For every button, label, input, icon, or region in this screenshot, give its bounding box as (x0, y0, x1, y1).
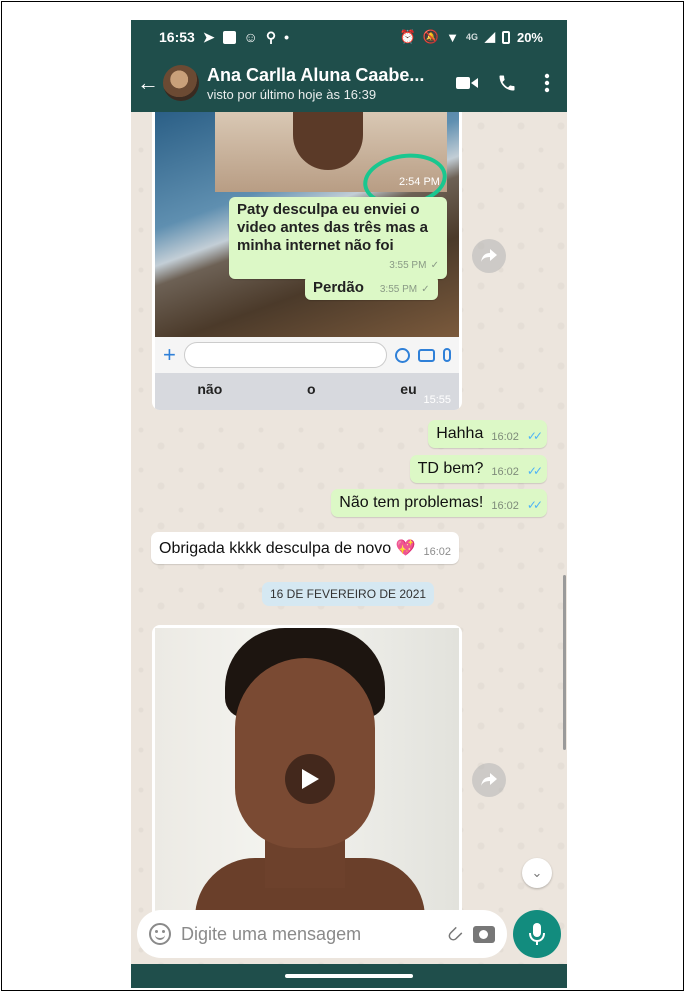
signal-icon: ◢ (484, 29, 495, 44)
message-time: 16:02 (491, 466, 519, 478)
dot-icon: • (284, 29, 290, 45)
sticker-icon (395, 347, 410, 363)
keyboard-suggestion: o (306, 381, 316, 397)
message-text: Hahha (436, 425, 484, 442)
message-text: TD bem? (417, 460, 484, 477)
message-time: 16:02 (491, 500, 519, 512)
plus-icon: + (163, 342, 176, 367)
voice-record-button[interactable] (513, 910, 561, 958)
message-time: 15:55 (423, 394, 451, 406)
battery-icon (501, 30, 510, 44)
message-time: 16:02 (491, 431, 519, 443)
embedded-message: Perdão 3:55 PM ✓ (305, 275, 438, 300)
alarm-icon: ⏰ (399, 29, 416, 44)
attach-icon[interactable]: ⊂ (440, 919, 470, 949)
mic-icon (443, 348, 451, 362)
contact-info[interactable]: Ana Carlla Aluna Caabe... visto por últi… (207, 65, 447, 102)
video-thumbnail (155, 628, 459, 925)
system-navigation-bar (131, 964, 567, 988)
screenshot-image: 2:54 PM Paty desculpa eu enviei o video … (155, 112, 459, 337)
telegram-icon: ➤ (202, 28, 215, 45)
back-arrow-icon[interactable]: ← (133, 54, 163, 112)
phone-call-icon[interactable] (487, 73, 527, 93)
person-icon: ⚲ (265, 28, 277, 45)
keyboard-suggestion: não (197, 381, 223, 397)
date-separator: 16 DE FEVEREIRO DE 2021 (262, 582, 435, 606)
avatar[interactable] (163, 65, 199, 101)
facebook-icon (222, 30, 236, 44)
read-ticks-icon: ✓✓ (526, 464, 543, 478)
scroll-down-icon[interactable]: ⌄ (522, 858, 552, 888)
embedded-message: Paty desculpa eu enviei o video antes da… (229, 197, 447, 279)
emoji-icon[interactable] (149, 923, 171, 945)
forward-icon[interactable] (472, 763, 506, 797)
video-message[interactable] (152, 625, 462, 925)
image-message[interactable]: 2:54 PM Paty desculpa eu enviei o video … (152, 112, 462, 410)
keyboard-suggestion: eu (400, 381, 417, 397)
message-composer: ⊂ (137, 910, 507, 958)
battery-level: 20% (516, 29, 543, 45)
embedded-input (183, 342, 387, 368)
read-ticks-icon: ✓✓ (526, 429, 543, 443)
camera-icon (418, 348, 435, 362)
forward-icon[interactable] (472, 239, 506, 273)
home-gesture-handle[interactable] (285, 974, 413, 978)
status-bar: 16:53 ➤ ☺ ⚲ • ⏰ 🔕 ▼ 4G ◢ 20% (131, 20, 567, 54)
mic-icon (529, 923, 545, 945)
status-time: 16:53 (159, 29, 195, 45)
phone-screen: 16:53 ➤ ☺ ⚲ • ⏰ 🔕 ▼ 4G ◢ 20% ← Ana Carll… (131, 20, 567, 988)
outgoing-message[interactable]: Não tem problemas! 16:02 ✓✓ (331, 489, 547, 517)
last-seen-status: visto por último hoje às 16:39 (207, 86, 377, 102)
read-ticks-icon: ✓✓ (526, 498, 543, 512)
mute-icon: 🔕 (422, 29, 440, 44)
embedded-input-bar: + (155, 337, 459, 373)
message-text: Obrigada kkkk desculpa de novo 💖 (159, 540, 416, 557)
video-call-icon[interactable] (447, 75, 487, 91)
embedded-keyboard: não o eu 15:55 (155, 373, 459, 410)
incoming-message[interactable]: Obrigada kkkk desculpa de novo 💖 16:02 (151, 532, 460, 564)
chat-header: ← Ana Carlla Aluna Caabe... visto por úl… (131, 54, 567, 112)
message-input[interactable] (181, 923, 437, 945)
app-notification-icon: ☺ (243, 29, 258, 45)
outgoing-message[interactable]: Hahha 16:02 ✓✓ (428, 420, 547, 448)
message-text: Não tem problemas! (339, 494, 484, 511)
more-options-icon[interactable] (527, 73, 567, 93)
camera-icon[interactable] (473, 925, 495, 943)
scrollbar[interactable] (563, 575, 566, 750)
contact-name: Ana Carlla Aluna Caabe... (207, 64, 425, 85)
wifi-icon: ▼ (446, 29, 459, 45)
message-time: 16:02 (423, 546, 452, 558)
network-label: 4G (465, 32, 478, 42)
outgoing-message[interactable]: TD bem? 16:02 ✓✓ (409, 455, 547, 483)
play-icon[interactable] (285, 754, 335, 804)
